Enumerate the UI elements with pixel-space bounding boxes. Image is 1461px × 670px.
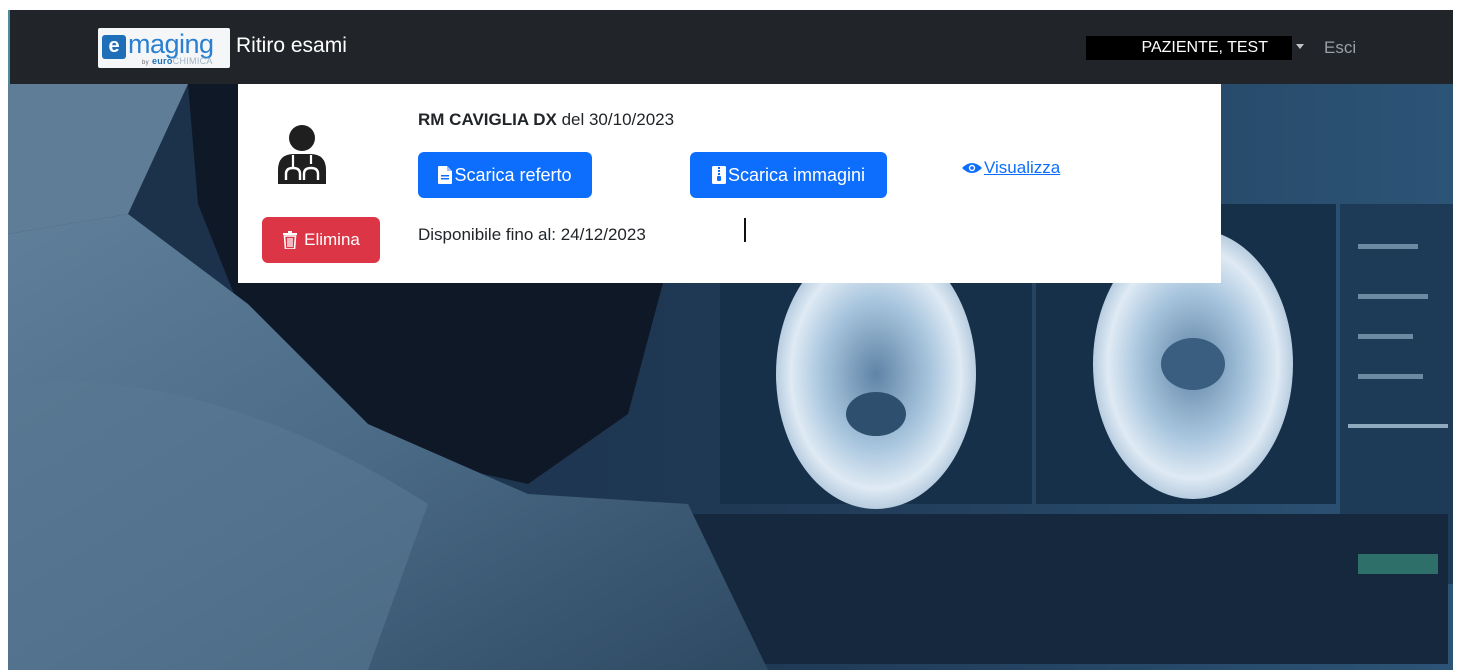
logo-by: by bbox=[142, 60, 149, 66]
text-cursor bbox=[744, 218, 746, 242]
delete-button[interactable]: Elimina bbox=[262, 217, 380, 263]
exam-title: RM CAVIGLIA DX del 30/10/2023 bbox=[418, 110, 674, 130]
file-icon bbox=[438, 166, 453, 184]
user-menu-button[interactable]: PAZIENTE, TEST bbox=[1086, 36, 1292, 60]
logo-word: maging bbox=[128, 29, 214, 59]
exam-card: Elimina RM CAVIGLIA DX del 30/10/2023 Sc… bbox=[238, 84, 1221, 283]
brand-logo[interactable]: e maging by euroCHIMICA bbox=[98, 28, 230, 68]
availability-text: Disponibile fino al: 24/12/2023 bbox=[418, 225, 646, 244]
logout-link[interactable]: Esci bbox=[1324, 38, 1356, 58]
exam-date: del 30/10/2023 bbox=[556, 110, 675, 129]
app-window: e maging by euroCHIMICA Ritiro esami PAZI… bbox=[8, 10, 1453, 670]
doctor-icon bbox=[278, 125, 326, 184]
caret-down-icon[interactable] bbox=[1296, 44, 1304, 49]
trash-icon bbox=[283, 231, 298, 249]
view-link[interactable]: Visualizza bbox=[962, 158, 1060, 178]
logo-brand-euro: euro bbox=[151, 56, 173, 66]
app-title[interactable]: Ritiro esami bbox=[236, 34, 347, 58]
download-images-label: Scarica immagini bbox=[727, 164, 866, 185]
eye-icon bbox=[962, 163, 982, 173]
logo-e-icon: e bbox=[102, 35, 126, 59]
exam-name: RM CAVIGLIA DX bbox=[418, 110, 557, 129]
top-navbar: e maging by euroCHIMICA Ritiro esami PAZI… bbox=[8, 10, 1453, 84]
download-report-label: Scarica referto bbox=[454, 164, 572, 185]
view-link-label: Visualizza bbox=[984, 158, 1061, 177]
delete-button-label: Elimina bbox=[304, 230, 360, 249]
logo-brand: by euroCHIMICA bbox=[142, 56, 213, 66]
download-images-button[interactable]: Scarica immagini bbox=[690, 152, 887, 198]
download-report-button[interactable]: Scarica referto bbox=[418, 152, 592, 198]
file-zip-icon bbox=[711, 166, 726, 184]
logo-brand-chimica: CHIMICA bbox=[172, 56, 213, 66]
